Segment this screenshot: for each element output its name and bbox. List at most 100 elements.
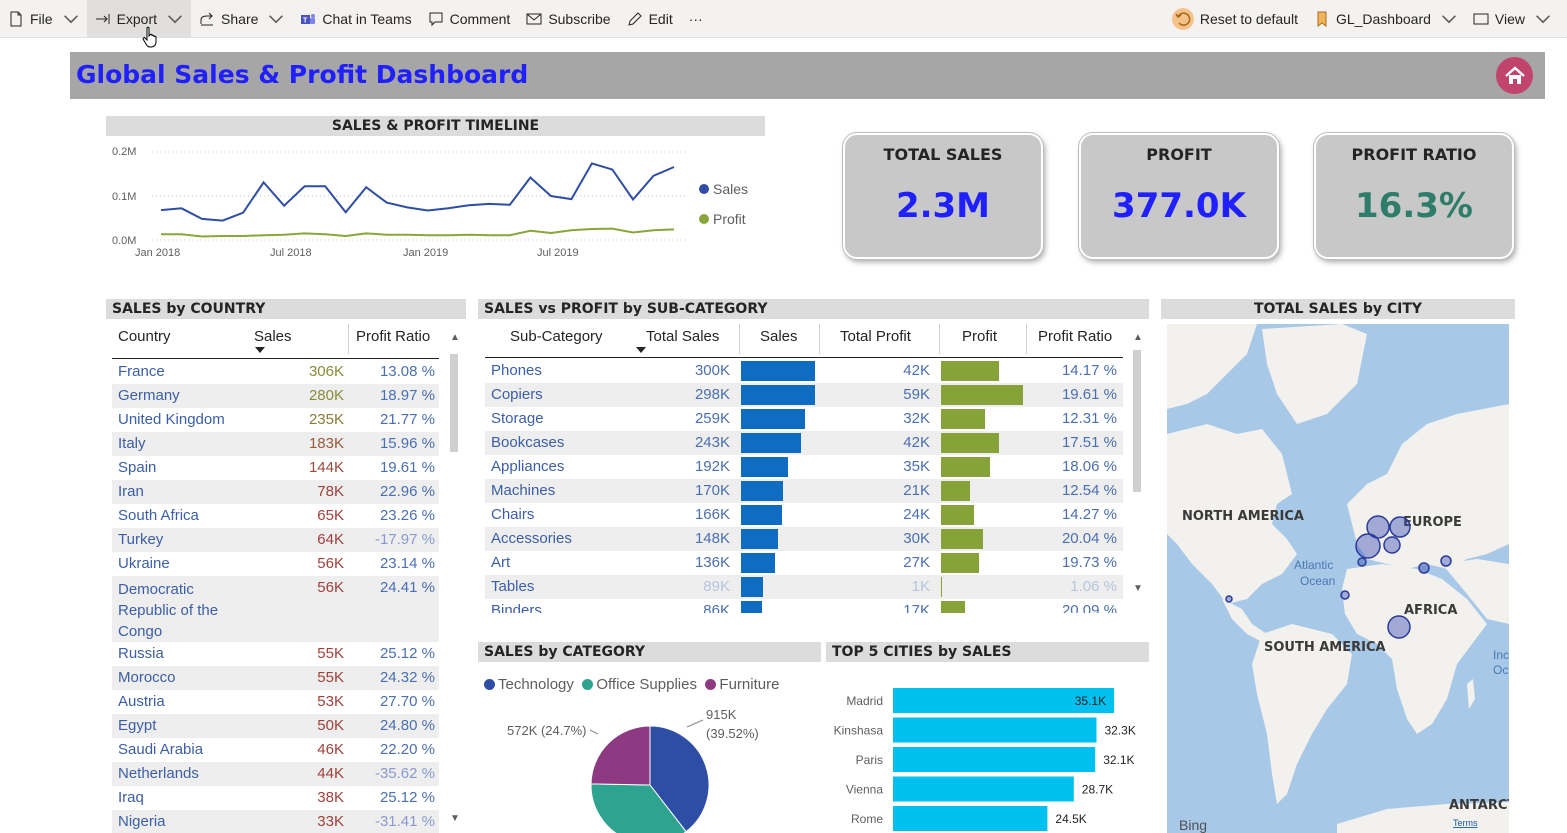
column-separator xyxy=(819,324,820,354)
reset-to-default-button[interactable]: Reset to default xyxy=(1164,0,1306,38)
subcategory-name-cell: Appliances xyxy=(491,458,565,475)
table-row[interactable]: Egypt 50K 24.80 % xyxy=(112,714,439,738)
scroll-down-icon[interactable]: ▼ xyxy=(450,813,460,824)
legend-item-furniture[interactable]: Furniture xyxy=(705,676,779,693)
city-bar[interactable] xyxy=(893,776,1074,802)
table-row[interactable]: Accessories 148K 30K 20.04 % xyxy=(485,527,1123,551)
profit-bar xyxy=(941,457,990,477)
table-row[interactable]: Binders 86K 17K 20.09 % xyxy=(485,599,1123,613)
total-profit-cell: 1K xyxy=(911,578,930,595)
chat-in-teams-button[interactable]: T Chat in Teams xyxy=(292,0,419,38)
profit-ratio-cell: 23.14 % xyxy=(379,555,435,572)
city-bar[interactable] xyxy=(893,806,1048,831)
sales-cell: 78K xyxy=(317,483,344,500)
file-menu[interactable]: File xyxy=(0,0,87,38)
view-menu[interactable]: View xyxy=(1465,0,1559,38)
city-bar[interactable] xyxy=(893,747,1096,772)
table-row[interactable]: Morocco 55K 24.32 % xyxy=(112,666,439,690)
sales-profit-timeline-chart[interactable]: 0.2M 0.1M 0.0M Jan 2018 Jul 2018 Jan 201… xyxy=(106,140,765,265)
table-row[interactable]: Appliances 192K 35K 18.06 % xyxy=(485,455,1123,479)
table-row[interactable]: Italy 183K 15.96 % xyxy=(112,432,439,456)
subcategory-table-scrollbar[interactable]: ▲ ▼ xyxy=(1132,330,1143,598)
table-row[interactable]: Ukraine 56K 23.14 % xyxy=(112,552,439,576)
sales-by-city-map[interactable]: NORTH AMERICA EUROPE AFRICA SOUTH AMERIC… xyxy=(1167,324,1509,833)
table-row[interactable]: Tables 89K 1K 1.06 % xyxy=(485,575,1123,599)
table-row[interactable]: France 306K 13.08 % xyxy=(112,360,439,384)
category-tick-label: Madrid xyxy=(846,694,883,708)
sales-by-country-table[interactable]: Country Sales Profit Ratio France 306K 13.… xyxy=(112,320,462,833)
table-row[interactable]: Saudi Arabia 46K 22.20 % xyxy=(112,738,439,762)
kpi-total-sales: TOTAL SALES 2.3M xyxy=(843,133,1043,259)
city-bubble[interactable] xyxy=(1340,590,1350,600)
bookmark-menu[interactable]: GL_Dashboard xyxy=(1306,0,1465,38)
city-bubble[interactable] xyxy=(1357,557,1367,567)
profit-ratio-column-header[interactable]: Profit Ratio xyxy=(1038,328,1112,345)
table-row[interactable]: Iran 78K 22.96 % xyxy=(112,480,439,504)
city-bubble[interactable] xyxy=(1383,536,1401,554)
scrollbar-thumb[interactable] xyxy=(450,354,458,452)
sales-by-category-pie-chart[interactable]: 915K (39.52%) 572K (24.7%) xyxy=(478,700,821,833)
table-row[interactable]: Bookcases 243K 42K 17.51 % xyxy=(485,431,1123,455)
table-row[interactable]: Netherlands 44K -35.62 % xyxy=(112,762,439,786)
city-bubble[interactable] xyxy=(1389,516,1411,538)
table-row[interactable]: South Africa 65K 23.26 % xyxy=(112,504,439,528)
sales-column-header[interactable]: Sales xyxy=(254,328,292,345)
profit-ratio-cell: -35.62 % xyxy=(374,765,435,782)
edit-button[interactable]: Edit xyxy=(619,0,681,38)
top5-cities-bar-chart[interactable]: Madrid 35.1K Kinshasa 32.3K Paris 32.1K Vienna… xyxy=(826,684,1149,833)
table-row[interactable]: Russia 55K 25.12 % xyxy=(112,642,439,666)
sales-cell: 38K xyxy=(317,789,344,806)
total-profit-column-header[interactable]: Total Profit xyxy=(840,328,911,345)
profit-series-line xyxy=(161,227,675,238)
country-column-header[interactable]: Country xyxy=(118,328,171,345)
total-sales-column-header[interactable]: Total Sales xyxy=(646,328,719,345)
profit-bar-column-header[interactable]: Profit xyxy=(962,328,997,345)
category-tick-label: Vienna xyxy=(846,783,883,797)
sales-bar-column-header[interactable]: Sales xyxy=(760,328,798,345)
city-bubble[interactable] xyxy=(1418,562,1430,574)
share-menu[interactable]: Share xyxy=(191,0,292,38)
scroll-down-icon[interactable]: ▼ xyxy=(1133,583,1143,594)
pie-slice-furniture[interactable] xyxy=(590,725,651,786)
export-menu[interactable]: Export xyxy=(86,0,192,38)
table-row[interactable]: United Kingdom 235K 21.77 % xyxy=(112,408,439,432)
subscribe-button[interactable]: Subscribe xyxy=(518,0,618,38)
subcategory-column-header[interactable]: Sub-Category xyxy=(510,328,603,345)
table-row[interactable]: Turkey 64K -17.97 % xyxy=(112,528,439,552)
table-row[interactable]: Democratic Republic of the Congo 56K 24.41… xyxy=(112,576,439,642)
comment-button[interactable]: Comment xyxy=(420,0,519,38)
table-row[interactable]: Spain 144K 19.61 % xyxy=(112,456,439,480)
table-row[interactable]: Copiers 298K 59K 19.61 % xyxy=(485,383,1123,407)
country-name-cell: Morocco xyxy=(118,669,176,686)
table-row[interactable]: Nigeria 33K -31.41 % xyxy=(112,810,439,833)
city-bubble[interactable] xyxy=(1440,555,1452,567)
city-bar[interactable] xyxy=(893,717,1097,743)
city-bubble[interactable] xyxy=(1355,533,1381,559)
sales-vs-profit-by-subcategory-table[interactable]: Sub-Category Total Sales Sales Total Pro… xyxy=(485,320,1129,613)
table-row[interactable]: Machines 170K 21K 12.54 % xyxy=(485,479,1123,503)
bar-data-label: 28.7K xyxy=(1082,783,1113,797)
legend-item-technology[interactable]: Technology xyxy=(484,676,574,693)
chevron-down-icon xyxy=(63,14,78,23)
total-sales-cell: 89K xyxy=(703,578,730,595)
table-row[interactable]: Storage 259K 32K 12.31 % xyxy=(485,407,1123,431)
profit-ratio-column-header[interactable]: Profit Ratio xyxy=(356,328,430,345)
more-options-button[interactable]: ··· xyxy=(681,0,711,38)
terms-link[interactable]: Terms xyxy=(1453,818,1478,828)
scroll-up-icon[interactable]: ▲ xyxy=(1133,332,1143,343)
scroll-up-icon[interactable]: ▲ xyxy=(450,332,460,343)
table-row[interactable]: Germany 280K 18.97 % xyxy=(112,384,439,408)
table-row[interactable]: Iraq 38K 25.12 % xyxy=(112,786,439,810)
table-row[interactable]: Austria 53K 27.70 % xyxy=(112,690,439,714)
country-name-cell: Democratic Republic of the Congo xyxy=(118,581,219,640)
city-bubble[interactable] xyxy=(1387,615,1411,639)
sales-cell: 56K xyxy=(317,555,344,572)
table-row[interactable]: Chairs 166K 24K 14.27 % xyxy=(485,503,1123,527)
scrollbar-thumb[interactable] xyxy=(1133,350,1141,492)
city-bubble[interactable] xyxy=(1225,595,1233,603)
country-table-scrollbar[interactable]: ▲ ▼ xyxy=(449,330,460,830)
table-row[interactable]: Art 136K 27K 19.73 % xyxy=(485,551,1123,575)
home-button[interactable] xyxy=(1496,57,1533,94)
legend-item-office-supplies[interactable]: Office Supplies xyxy=(582,676,697,693)
table-row[interactable]: Phones 300K 42K 14.17 % xyxy=(485,359,1123,383)
